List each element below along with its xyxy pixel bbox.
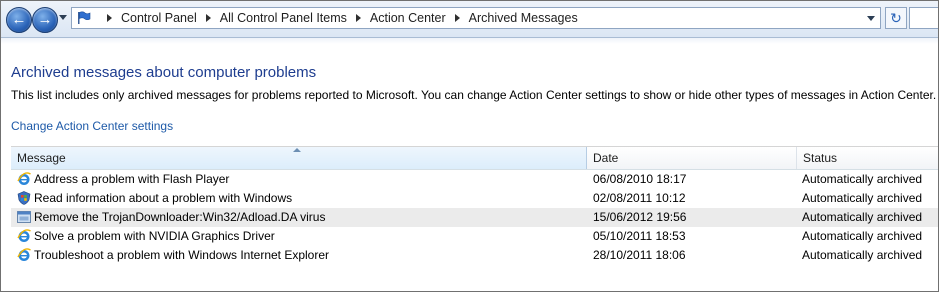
breadcrumb-all-control-panel-items[interactable]: All Control Panel Items — [220, 8, 347, 28]
page-title: Archived messages about computer problem… — [11, 64, 317, 81]
recent-pages-dropdown-icon[interactable] — [59, 15, 67, 20]
breadcrumb-control-panel[interactable]: Control Panel — [121, 8, 197, 28]
forward-button[interactable]: → — [32, 7, 58, 33]
breadcrumb-action-center[interactable]: Action Center — [370, 8, 446, 28]
action-center-flag-icon — [78, 11, 91, 24]
refresh-button[interactable]: ↻ — [885, 7, 907, 29]
status-text: Automatically archived — [802, 229, 923, 243]
breadcrumb-separator-icon[interactable] — [205, 14, 211, 23]
breadcrumb-separator-icon[interactable] — [107, 14, 112, 23]
sort-ascending-icon — [293, 148, 301, 152]
column-header-status[interactable]: Status — [797, 147, 938, 169]
search-input[interactable] — [909, 7, 938, 29]
message-text: Address a problem with Flash Player — [34, 172, 230, 186]
main-content: Archived messages about computer problem… — [1, 38, 938, 291]
breadcrumb-separator-icon[interactable] — [355, 14, 361, 23]
column-header-label: Date — [593, 151, 619, 165]
internet-explorer-icon — [17, 172, 31, 185]
table-row[interactable]: Solve a problem with NVIDIA Graphics Dri… — [11, 227, 938, 246]
window-app-icon — [17, 211, 31, 223]
breadcrumb-archived-messages[interactable]: Archived Messages — [469, 8, 578, 28]
back-button[interactable]: ← — [6, 7, 32, 33]
archived-messages-list: Message Date Status Address a problem wi… — [11, 146, 938, 291]
date-text: 28/10/2011 18:06 — [593, 248, 686, 262]
breadcrumb-separator-icon[interactable] — [454, 14, 460, 23]
message-text: Troubleshoot a problem with Windows Inte… — [34, 248, 330, 262]
status-text: Automatically archived — [802, 248, 923, 262]
column-header-message[interactable]: Message — [11, 147, 587, 169]
date-text: 02/08/2011 10:12 — [593, 191, 686, 205]
column-header-label: Message — [17, 151, 66, 165]
message-text: Remove the TrojanDownloader:Win32/Adload… — [34, 210, 326, 224]
table-row[interactable]: Troubleshoot a problem with Windows Inte… — [11, 246, 938, 265]
column-header-date[interactable]: Date — [587, 147, 797, 169]
navigation-bar: ← → Control Panel All Control Panel Items… — [1, 1, 938, 38]
status-text: Automatically archived — [802, 172, 923, 186]
message-text: Solve a problem with NVIDIA Graphics Dri… — [34, 229, 275, 243]
internet-explorer-icon — [17, 229, 31, 242]
divider — [1, 38, 938, 44]
change-action-center-settings-link[interactable]: Change Action Center settings — [11, 119, 173, 133]
table-row[interactable]: Read information about a problem with Wi… — [11, 189, 938, 208]
date-text: 05/10/2011 18:53 — [593, 229, 686, 243]
windows-shield-icon — [17, 191, 31, 205]
table-row[interactable]: Remove the TrojanDownloader:Win32/Adload… — [11, 208, 938, 227]
address-bar[interactable]: Control Panel All Control Panel Items Acti… — [71, 7, 881, 29]
status-text: Automatically archived — [802, 191, 923, 205]
date-text: 06/08/2010 18:17 — [593, 172, 687, 186]
message-text: Read information about a problem with Wi… — [34, 191, 293, 205]
internet-explorer-icon — [17, 248, 31, 261]
status-text: Automatically archived — [802, 210, 923, 224]
list-header: Message Date Status — [11, 147, 938, 170]
action-center-window: ← → Control Panel All Control Panel Items… — [0, 0, 939, 292]
page-description: This list includes only archived message… — [11, 88, 937, 102]
address-history-dropdown-icon[interactable] — [867, 16, 875, 21]
column-header-label: Status — [803, 151, 838, 165]
date-text: 15/06/2012 19:56 — [593, 210, 687, 224]
table-row[interactable]: Address a problem with Flash Player 06/0… — [11, 170, 938, 189]
breadcrumb: Control Panel All Control Panel Items Acti… — [98, 8, 578, 28]
